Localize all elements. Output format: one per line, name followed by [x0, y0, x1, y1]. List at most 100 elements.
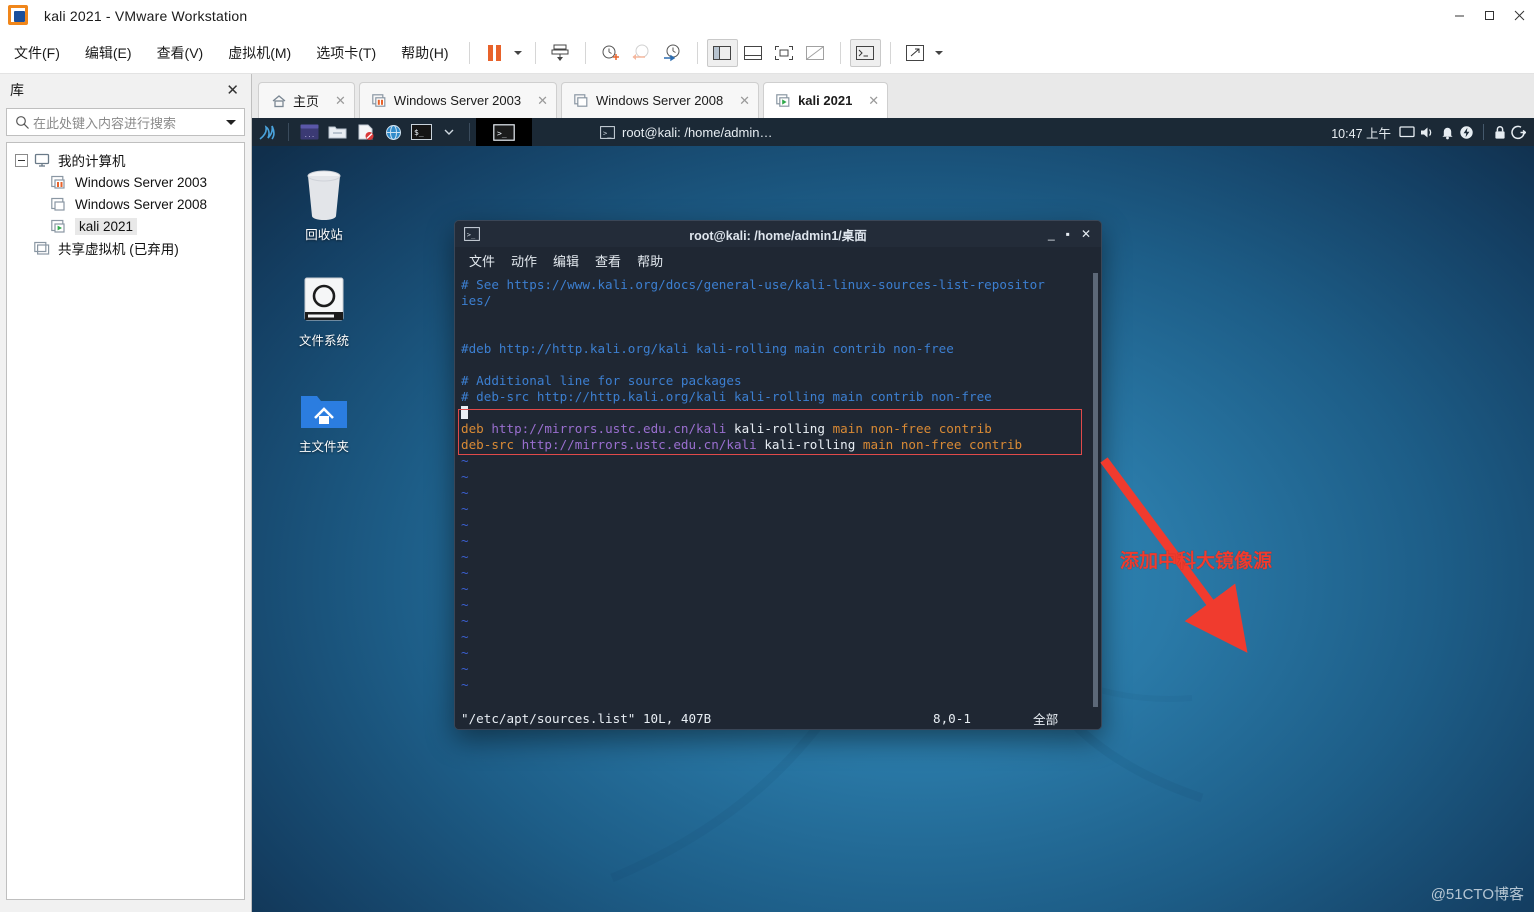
tree-item-windows-server-2008[interactable]: Windows Server 2008: [7, 193, 244, 215]
tab-home[interactable]: 主页 ✕: [258, 82, 355, 118]
window-controls: [1444, 0, 1534, 32]
search-dropdown-caret-icon[interactable]: [222, 119, 240, 125]
filesystem-drive-icon: [276, 270, 372, 326]
terminal-line: [461, 405, 1101, 421]
terminal-window-icon[interactable]: >_: [476, 118, 532, 146]
menu-tabs[interactable]: 选项卡(T): [305, 39, 387, 67]
desktop-icon-filesystem[interactable]: 文件系统: [276, 270, 372, 349]
menu-view[interactable]: 查看(V): [146, 39, 215, 67]
show-library-icon[interactable]: [706, 38, 738, 67]
console-view-icon[interactable]: [849, 38, 881, 67]
show-thumbnails-icon[interactable]: [738, 39, 769, 67]
snapshot-take-icon[interactable]: [595, 39, 626, 67]
terminal-line: ~: [461, 661, 469, 676]
lock-screen-icon[interactable]: [1493, 125, 1507, 140]
tab-close-icon[interactable]: ✕: [537, 93, 548, 109]
notification-bell-icon[interactable]: [1440, 125, 1455, 140]
tree-item-kali-2021[interactable]: kali 2021: [7, 215, 244, 237]
menu-help[interactable]: 帮助(H): [390, 39, 459, 67]
terminal-menu-edit[interactable]: 编辑: [553, 251, 579, 270]
taskbar-divider: [469, 123, 470, 141]
tree-label: 我的计算机: [58, 154, 126, 169]
desktop-icon-home-folder[interactable]: 主文件夹: [276, 376, 372, 455]
taskbar-window-button[interactable]: >_ root@kali: /home/admin…: [600, 118, 772, 146]
tab-close-icon[interactable]: ✕: [335, 93, 346, 109]
terminal-scrollbar[interactable]: [1093, 273, 1098, 707]
desktop-icon-trash[interactable]: 回收站: [276, 164, 372, 243]
vm-powered-off-icon: [574, 93, 590, 109]
unity-mode-icon[interactable]: [800, 39, 831, 67]
terminal-title: root@kali: /home/admin1/桌面: [689, 228, 867, 243]
terminal-line: # deb-src http://http.kali.org/kali kali…: [461, 389, 992, 404]
menu-file[interactable]: 文件(F): [3, 39, 71, 67]
tab-label: kali 2021: [798, 93, 853, 108]
tree-label: Windows Server 2003: [75, 174, 208, 190]
tab-close-icon[interactable]: ✕: [739, 93, 750, 109]
volume-icon[interactable]: [1419, 125, 1436, 140]
tab-windows-server-2003[interactable]: Windows Server 2003 ✕: [358, 82, 557, 118]
root-terminal-icon[interactable]: $_: [407, 118, 435, 146]
toolbar-divider: [696, 41, 698, 64]
terminal-maximize-icon[interactable]: ▪: [1066, 228, 1070, 240]
terminal-menu-help[interactable]: 帮助: [637, 251, 663, 270]
tab-close-icon[interactable]: ✕: [868, 93, 879, 109]
vm-suspended-icon: [372, 93, 388, 109]
annotation-text: 添加中科大镜像源: [1120, 551, 1273, 572]
terminal-line: deb http://mirrors.ustc.edu.cn/kali kali…: [461, 421, 992, 436]
terminal-content[interactable]: # See https://www.kali.org/docs/general-…: [455, 273, 1101, 707]
search-input-placeholder[interactable]: 在此处键入内容进行搜索: [33, 113, 222, 132]
toolbar-divider: [839, 41, 841, 64]
kali-taskbar: ... $_ >_ >_ root@kali: /home/admin… 10:…: [252, 118, 1534, 146]
web-browser-icon[interactable]: [379, 118, 407, 146]
full-screen-icon[interactable]: [769, 39, 800, 67]
file-manager-icon[interactable]: [323, 118, 351, 146]
terminal-close-icon[interactable]: ✕: [1081, 228, 1091, 240]
stretch-guest-icon[interactable]: [900, 39, 931, 67]
display-icon[interactable]: [1399, 125, 1415, 139]
collapse-expander-icon[interactable]: [15, 153, 28, 167]
terminal-emulator-icon[interactable]: ...: [295, 118, 323, 146]
tab-kali-2021[interactable]: kali 2021 ✕: [763, 82, 889, 118]
text-editor-icon[interactable]: [351, 118, 379, 146]
minimize-icon[interactable]: [1444, 0, 1474, 32]
pause-icon[interactable]: [479, 39, 510, 67]
terminal-menu-file[interactable]: 文件: [469, 251, 495, 270]
vim-status-line: "/etc/apt/sources.list" 10L, 407B 8,0-1 …: [455, 707, 1101, 729]
dropdown-caret-icon[interactable]: [510, 39, 526, 67]
tab-label: Windows Server 2003: [393, 93, 522, 108]
tab-windows-server-2008[interactable]: Windows Server 2008 ✕: [561, 82, 760, 118]
svg-text:...: ...: [304, 132, 315, 139]
kali-dragon-icon[interactable]: [252, 118, 282, 146]
window-title: kali 2021 - VMware Workstation: [44, 7, 248, 24]
terminal-line: ~: [461, 629, 469, 644]
menu-vm[interactable]: 虚拟机(M): [217, 39, 302, 67]
terminal-minimize-icon[interactable]: _: [1048, 228, 1055, 240]
library-search-box[interactable]: 在此处键入内容进行搜索: [6, 108, 245, 136]
snapshot-manager-icon[interactable]: [657, 39, 688, 67]
terminal-menu-actions[interactable]: 动作: [511, 251, 537, 270]
snapshot-revert-icon[interactable]: [626, 39, 657, 67]
maximize-icon[interactable]: [1474, 0, 1504, 32]
chevron-down-icon[interactable]: [435, 118, 463, 146]
menu-edit[interactable]: 编辑(E): [74, 39, 143, 67]
tree-item-shared-vms[interactable]: 共享虚拟机 (已弃用): [7, 237, 244, 259]
vm-running-icon: [776, 93, 792, 109]
library-close-icon[interactable]: ✕: [220, 81, 245, 99]
logout-icon[interactable]: [1511, 125, 1526, 140]
vmware-logo-icon: [8, 4, 30, 27]
tray-divider: [1483, 124, 1484, 140]
terminal-line: # Additional line for source packages: [461, 373, 742, 388]
close-icon[interactable]: [1504, 0, 1534, 32]
terminal-menu-view[interactable]: 查看: [595, 251, 621, 270]
tree-item-windows-server-2003[interactable]: Windows Server 2003: [7, 171, 244, 193]
home-icon: [271, 93, 287, 109]
taskbar-clock[interactable]: 10:47 上午: [1331, 123, 1391, 142]
power-manager-icon[interactable]: [1459, 125, 1474, 140]
tree-item-my-computer[interactable]: 我的计算机: [7, 149, 244, 171]
send-ctrl-alt-del-icon[interactable]: [545, 39, 576, 67]
home-folder-icon: [276, 376, 372, 432]
terminal-line: ~: [461, 613, 469, 628]
trash-icon: [276, 164, 372, 220]
view-dropdown-caret-icon[interactable]: [931, 39, 947, 67]
terminal-line: deb-src http://mirrors.ustc.edu.cn/kali …: [461, 437, 1023, 452]
